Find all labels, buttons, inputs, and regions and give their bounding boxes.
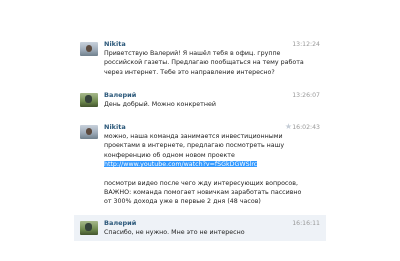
message-time: 16:16:11 [292,219,320,227]
message-line: можно, наша команда занимается инвестици… [104,133,283,141]
message: Nikita 13:12:24 Приветствую Валерий! Я н… [74,36,326,81]
message: Валерий 16:16:11 Спасибо, не нужно. Мне … [74,214,326,241]
avatar[interactable] [80,42,98,56]
message-text: Приветствую Валерий! Я нашёл тебя в офиц… [104,49,320,77]
video-link[interactable]: http://www.youtube.com/watch?v=fSGkDGWSl… [104,161,258,169]
message-line: Приветствую Валерий! Я нашёл тебя в офиц… [104,50,281,57]
message-line: День добрый. Можно конкретней [104,100,216,108]
author-name[interactable]: Nikita [104,40,126,48]
message-time: 16:02:43 [292,124,320,132]
chat-page: { "messages": [ { "author": "Nikita", "t… [0,0,400,261]
message-line: от 300% дохода уже в первые 2 дня (48 ча… [104,198,261,206]
message-line: Спасибо, не нужно. Мне это не интересно [104,228,245,236]
message-line: российской газеты. Предлагаю пообщаться … [104,59,304,67]
message-time: 13:12:24 [292,41,320,48]
avatar[interactable] [80,125,98,140]
author-name[interactable]: Nikita [104,123,126,131]
message-line: конференцию об одном новом проекте [104,151,235,159]
message-text: можно, наша команда занимается инвестици… [104,132,320,206]
author-name[interactable]: Валерий [104,91,136,99]
message-text: Спасибо, не нужно. Мне это не интересно [104,228,320,237]
message-text: День добрый. Можно конкретней [104,100,320,109]
author-name[interactable]: Валерий [104,219,136,227]
avatar[interactable] [80,92,98,107]
star-icon[interactable]: ★ [285,122,292,131]
message-time: 13:26:07 [292,91,320,99]
message: Nikita ★ 16:02:43 можно, наша команда за… [74,119,326,210]
message-line: проектами в интернете, предлагаю посмотр… [104,142,285,150]
message-line: посмотри видео после чего жду интересующ… [104,179,298,187]
avatar[interactable] [80,220,98,235]
message-line: через интернет. Тебе это направление инт… [104,68,275,76]
message-line: ВАЖНО: команда помогает новичкам заработ… [104,188,302,196]
conversation: Nikita 13:12:24 Приветствую Валерий! Я н… [74,36,326,241]
message: Валерий 13:26:07 День добрый. Можно конк… [74,87,326,113]
